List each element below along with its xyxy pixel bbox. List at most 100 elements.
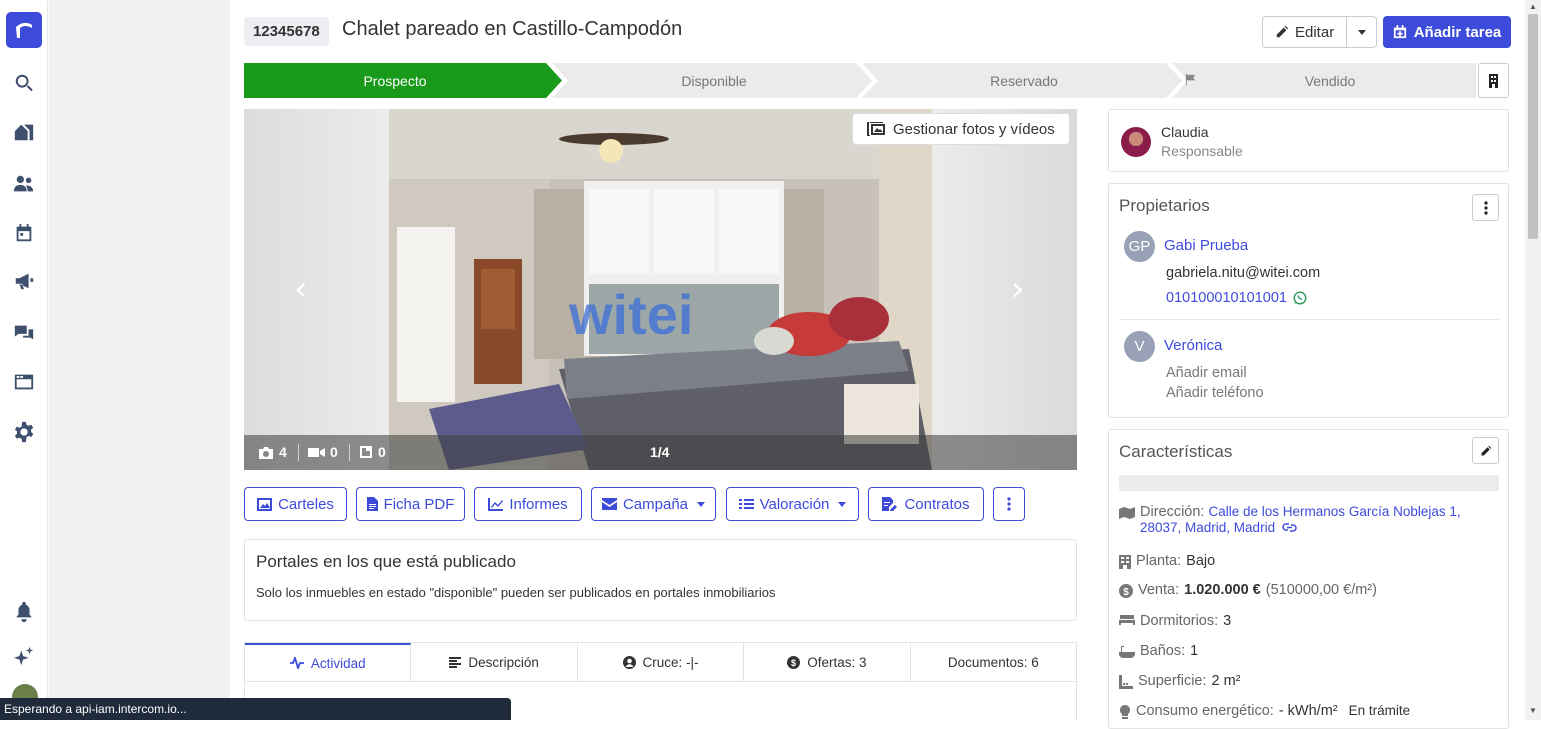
owners-card: Propietarios GP Gabi Prueba gabriela.nit…: [1108, 183, 1509, 418]
stage-reservado[interactable]: Reservado: [874, 73, 1174, 89]
contracts-button[interactable]: Contratos: [868, 487, 984, 521]
detail-tabs: Actividad Descripción Cruce: -|- $ Ofert…: [244, 642, 1077, 682]
energy-label: Consumo energético:: [1136, 703, 1274, 719]
owner-name-link[interactable]: Verónica: [1164, 337, 1222, 354]
tab-documents[interactable]: Documentos: 6: [910, 643, 1077, 681]
stage-vendido[interactable]: Vendido: [1184, 73, 1476, 89]
edit-features-button[interactable]: [1472, 437, 1499, 464]
svg-text:$: $: [1123, 587, 1129, 598]
posters-button[interactable]: Carteles: [244, 487, 347, 521]
tab-offers[interactable]: $ Ofertas: 3: [744, 643, 911, 681]
valuation-button[interactable]: Valoración: [726, 487, 859, 521]
pencil-icon: [1481, 445, 1491, 455]
logo[interactable]: [6, 12, 42, 48]
sparkles-icon[interactable]: [12, 644, 36, 668]
bathrooms-value: 1: [1190, 643, 1199, 659]
browser-icon[interactable]: [12, 370, 36, 394]
edit-button[interactable]: Editar: [1262, 16, 1348, 48]
tab-documents-label: Documentos: 6: [947, 654, 1039, 670]
tab-activity[interactable]: Actividad: [245, 643, 412, 681]
edit-button-group: Editar: [1262, 16, 1378, 48]
owner-email[interactable]: gabriela.nitu@witei.com: [1166, 265, 1320, 281]
pdf-sheet-button[interactable]: Ficha PDF: [356, 487, 465, 521]
feature-surface: Superficie: 2 m²: [1119, 673, 1241, 689]
align-left-icon: [449, 656, 462, 668]
contracts-label: Contratos: [904, 495, 970, 513]
lost-status-button[interactable]: [1478, 63, 1509, 98]
add-phone-link[interactable]: Añadir teléfono: [1166, 385, 1264, 401]
scroll-up-arrow[interactable]: ▲: [1529, 2, 1537, 11]
add-email-link[interactable]: Añadir email: [1166, 365, 1247, 381]
contacts-icon[interactable]: [12, 172, 36, 196]
sale-label: Venta:: [1138, 582, 1180, 598]
campaign-button[interactable]: Campaña: [591, 487, 716, 521]
building-icon: [1119, 555, 1131, 569]
video-icon: [308, 447, 325, 457]
tab-description-label: Descripción: [468, 654, 539, 670]
chat-icon[interactable]: [12, 321, 36, 345]
watermark-text: witei: [568, 283, 693, 346]
lightbulb-icon: [1120, 705, 1130, 719]
manage-photos-label: Gestionar fotos y vídeos: [893, 120, 1055, 138]
pencil-icon: [1276, 25, 1289, 38]
address-line2[interactable]: 28037, Madrid, Madrid: [1140, 520, 1275, 535]
more-actions-button[interactable]: [993, 487, 1025, 521]
calendar-icon[interactable]: [12, 221, 36, 245]
reports-label: Informes: [509, 495, 568, 513]
plan-count-value: 0: [378, 444, 386, 460]
owners-menu-button[interactable]: [1472, 194, 1499, 221]
scroll-thumb[interactable]: [1528, 14, 1538, 239]
properties-icon[interactable]: [12, 120, 36, 144]
list-check-icon: [738, 499, 754, 509]
address-line1[interactable]: Calle de los Hermanos García Noblejas 1,: [1209, 504, 1461, 519]
add-task-button[interactable]: Añadir tarea: [1383, 16, 1511, 48]
feature-energy: Consumo energético: - kWh/m² En trámite: [1119, 703, 1410, 719]
photo-count-value: 4: [279, 444, 287, 460]
previous-photo-arrow[interactable]: ‹: [294, 269, 308, 309]
edit-label: Editar: [1295, 23, 1335, 41]
valuation-label: Valoración: [759, 495, 830, 513]
whatsapp-icon[interactable]: [1293, 291, 1307, 305]
megaphone-icon[interactable]: [12, 269, 36, 293]
owner-avatar: V: [1124, 331, 1155, 362]
energy-value: - kWh/m²: [1278, 703, 1338, 719]
page-scrollbar[interactable]: ▲ ▼: [1525, 0, 1541, 720]
reference-badge: 12345678: [244, 17, 329, 46]
stage-prospecto[interactable]: Prospecto: [244, 73, 546, 89]
reports-button[interactable]: Informes: [474, 487, 582, 521]
next-photo-arrow[interactable]: ›: [1011, 269, 1025, 309]
floor-label: Planta:: [1136, 553, 1182, 569]
owner-phone-link[interactable]: 010100010101001: [1166, 290, 1307, 306]
tab-matching[interactable]: Cruce: -|-: [577, 643, 745, 681]
add-task-label: Añadir tarea: [1413, 23, 1502, 41]
images-icon: [867, 122, 885, 136]
gallery-side-right: [932, 109, 1077, 470]
bath-icon: [1119, 646, 1135, 658]
image-icon: [257, 497, 273, 511]
svg-text:$: $: [791, 658, 796, 668]
scroll-down-arrow[interactable]: ▼: [1529, 706, 1537, 715]
flag-icon: [1185, 73, 1196, 86]
settings-icon[interactable]: [12, 420, 36, 444]
link-icon[interactable]: [1282, 522, 1297, 533]
stage-disponible[interactable]: Disponible: [564, 73, 864, 89]
secondary-panel: [49, 0, 230, 720]
posters-label: Carteles: [278, 495, 334, 513]
edit-dropdown-toggle[interactable]: [1347, 16, 1378, 48]
bell-icon[interactable]: [12, 599, 36, 623]
sale-value: 1.020.000 €: [1184, 582, 1261, 598]
file-pdf-icon: [366, 497, 378, 511]
dollar-circle-icon: $: [787, 655, 801, 669]
features-card: Características Dirección: Calle de los …: [1108, 429, 1509, 729]
search-icon[interactable]: [12, 71, 36, 95]
bedrooms-label: Dormitorios:: [1140, 613, 1219, 629]
responsible-name: Claudia: [1161, 124, 1209, 140]
property-photo[interactable]: witei: [389, 109, 932, 470]
owner-avatar: GP: [1124, 231, 1155, 262]
manage-photos-button[interactable]: Gestionar fotos y vídeos: [852, 113, 1070, 145]
tab-description[interactable]: Descripción: [411, 643, 578, 681]
plan-count: 0: [359, 444, 386, 460]
owner-name-link[interactable]: Gabi Prueba: [1164, 237, 1248, 254]
tab-activity-label: Actividad: [310, 655, 366, 671]
ellipsis-vertical-icon: [1483, 200, 1488, 215]
